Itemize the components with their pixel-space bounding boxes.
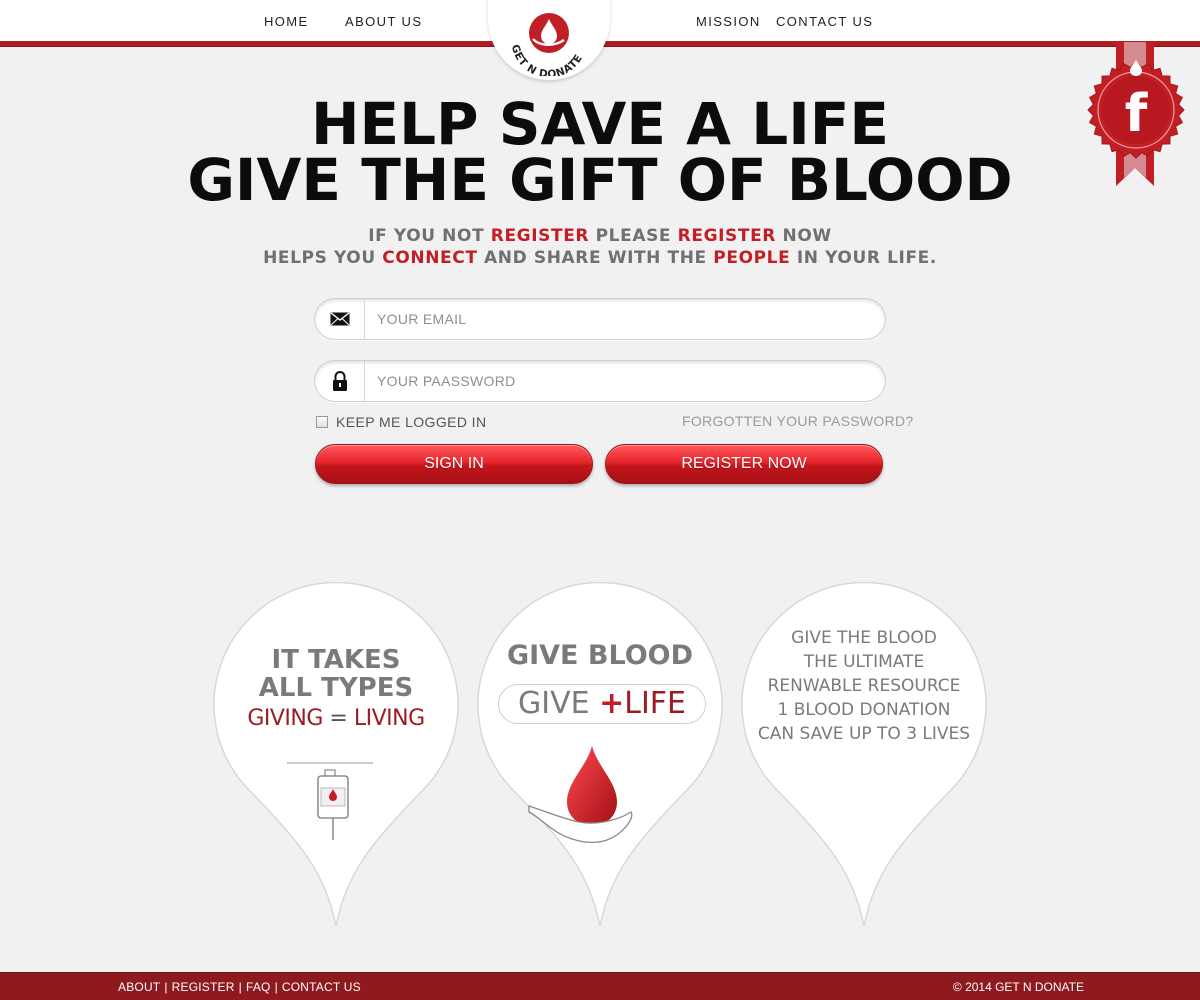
copyright: © 2014 GET N DONATE (952, 980, 1084, 994)
password-icon-box (315, 361, 365, 401)
info-pin-facts: GIVE THE BLOOD THE ULTIMATE RENWABLE RES… (741, 582, 987, 930)
pin3-line: CAN SAVE UP TO 3 LIVES (757, 724, 971, 744)
info-pin-all-types: IT TAKES ALL TYPES GIVING = LIVING (213, 582, 459, 930)
pin2-title: GIVE BLOOD (506, 640, 694, 671)
subheadline-line-2: HELPS YOU CONNECT AND SHARE WITH THE PEO… (263, 248, 937, 268)
footer-links: ABOUT | REGISTER | FAQ | CONTACT US (118, 980, 361, 994)
email-field[interactable] (314, 298, 886, 340)
keep-logged-in[interactable]: KEEP ME LOGGED IN (316, 414, 486, 430)
nav-mission[interactable]: MISSION (696, 14, 761, 29)
sign-in-button[interactable]: SIGN IN (315, 444, 593, 484)
nav-contact-us[interactable]: CONTACT US (776, 14, 873, 29)
logo[interactable]: GET N DONATE (502, 6, 596, 76)
pin1-line-2: ALL TYPES (258, 673, 414, 703)
info-pin-give-blood: GIVE BLOOD GIVE +LIFE (477, 582, 723, 930)
subheadline-line-1: IF YOU NOT REGISTER PLEASE REGISTER NOW (368, 226, 832, 246)
pin3-line: RENWABLE RESOURCE (767, 676, 961, 696)
keep-logged-in-checkbox[interactable] (316, 416, 328, 428)
pin3-line: 1 BLOOD DONATION (777, 700, 951, 720)
footer-separator: | (164, 980, 168, 994)
email-input[interactable] (377, 307, 857, 331)
footer-separator: | (238, 980, 242, 994)
footer-link-register[interactable]: REGISTER (172, 980, 235, 994)
email-icon-box (315, 299, 365, 339)
register-now-button[interactable]: REGISTER NOW (605, 444, 883, 484)
footer-link-faq[interactable]: FAQ (246, 980, 271, 994)
password-field[interactable] (314, 360, 886, 402)
footer-link-about[interactable]: ABOUT (118, 980, 160, 994)
nav-home[interactable]: HOME (264, 14, 309, 29)
pin-shape (213, 582, 459, 927)
forgot-password-link[interactable]: FORGOTTEN YOUR PASSWORD? (682, 413, 913, 429)
footer-link-contact-us[interactable]: CONTACT US (282, 980, 361, 994)
envelope-icon (330, 312, 349, 326)
blood-bag-icon (287, 762, 373, 840)
password-input[interactable] (377, 369, 857, 393)
keep-logged-in-label: KEEP ME LOGGED IN (336, 414, 487, 430)
pin1-line-1: IT TAKES (271, 645, 401, 675)
footer: ABOUT | REGISTER | FAQ | CONTACT US © 2014 GET… (0, 972, 1200, 1000)
headline-line-2: GIVE THE GIFT OF BLOOD (187, 146, 1013, 214)
give-life-pill: GIVE +LIFE (498, 684, 706, 724)
lock-icon (332, 371, 347, 391)
pin3-line: THE ULTIMATE (803, 652, 925, 672)
headline-line-1: HELP SAVE A LIFE (310, 90, 890, 158)
blood-drop-hand-icon (528, 746, 633, 843)
nav-about-us[interactable]: ABOUT US (345, 14, 422, 29)
footer-separator: | (274, 980, 278, 994)
main-headline: HELP SAVE A LIFE GIVE THE GIFT OF BLOOD (0, 90, 1200, 214)
pin1-tagline: GIVING = LIVING (247, 706, 425, 731)
pin3-text: GIVE THE BLOOD THE ULTIMATE RENWABLE RES… (741, 626, 987, 746)
pin3-line: GIVE THE BLOOD (791, 628, 937, 648)
